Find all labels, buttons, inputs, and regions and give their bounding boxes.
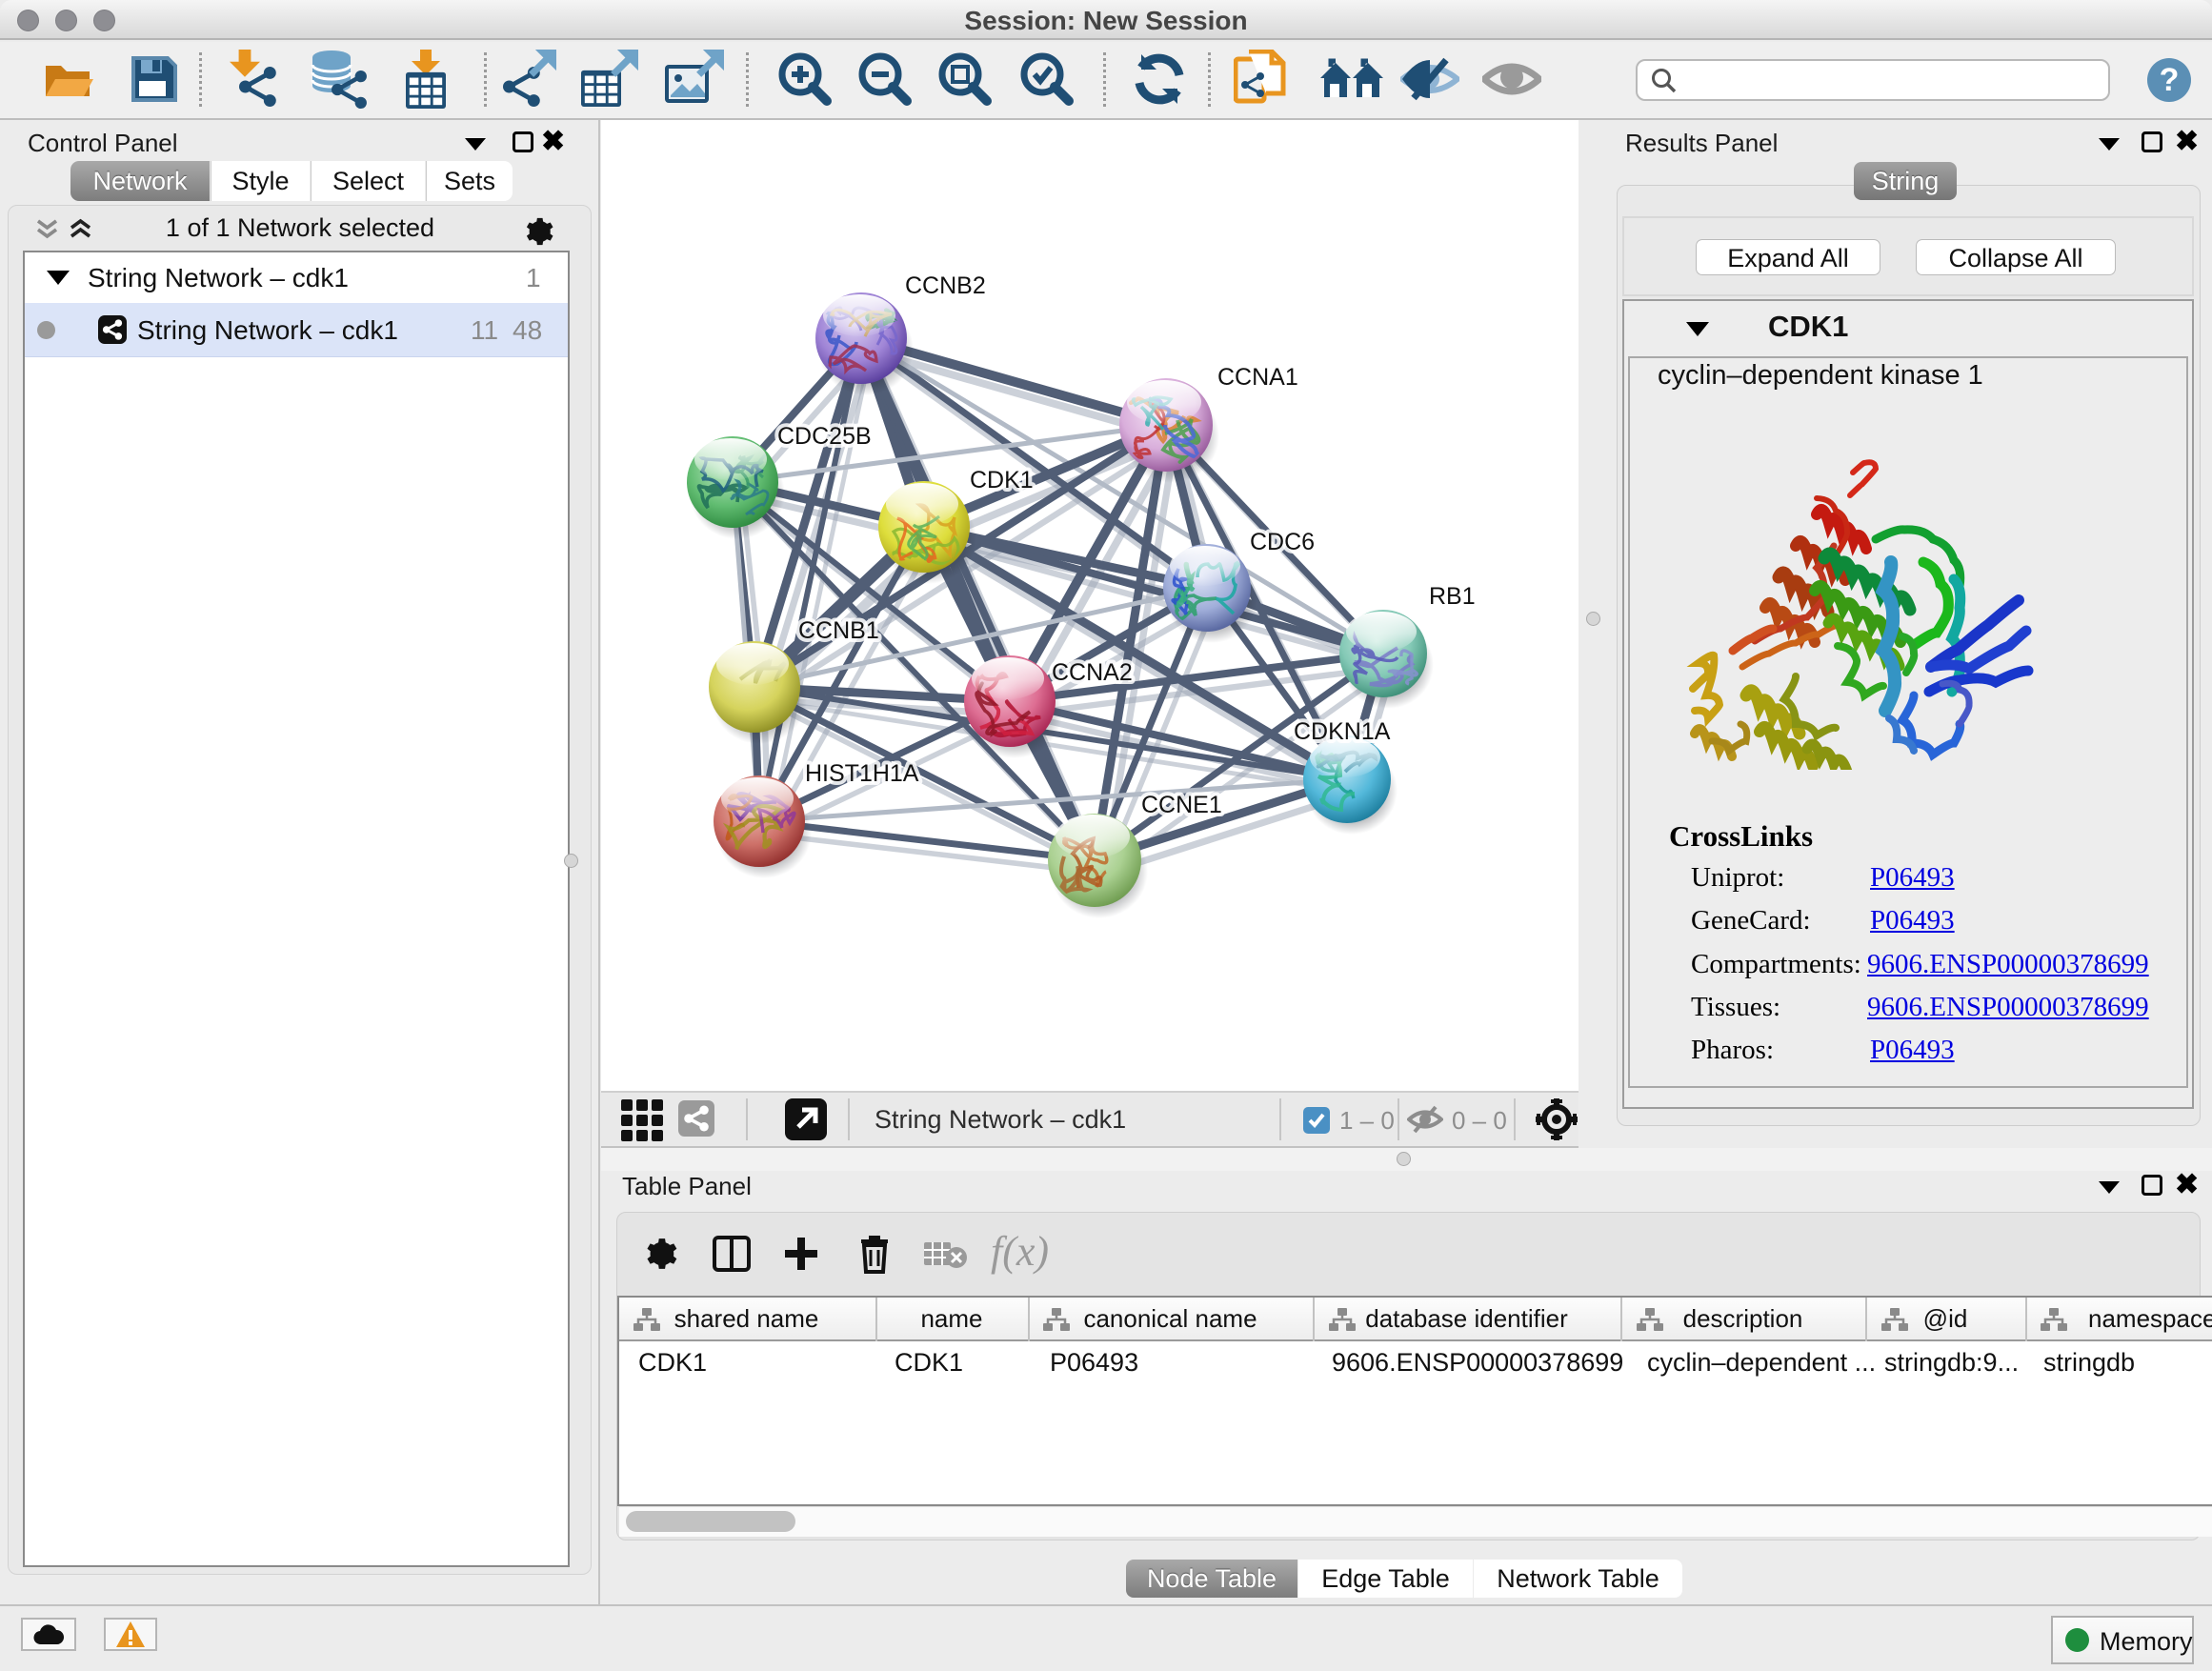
svg-text:RB1: RB1 [1429, 583, 1476, 610]
svg-text:CCNA2: CCNA2 [1052, 659, 1133, 686]
svg-text:CDC6: CDC6 [1250, 529, 1315, 555]
svg-text:CCNB2: CCNB2 [905, 272, 986, 299]
svg-text:CCNE1: CCNE1 [1141, 792, 1222, 818]
svg-text:CDC25B: CDC25B [777, 423, 872, 450]
svg-text:CCNB1: CCNB1 [798, 617, 879, 644]
svg-text:CDKN1A: CDKN1A [1294, 718, 1391, 745]
svg-text:CDK1: CDK1 [970, 467, 1034, 493]
svg-text:HIST1H1A: HIST1H1A [805, 760, 919, 787]
svg-text:CCNA1: CCNA1 [1217, 364, 1298, 391]
